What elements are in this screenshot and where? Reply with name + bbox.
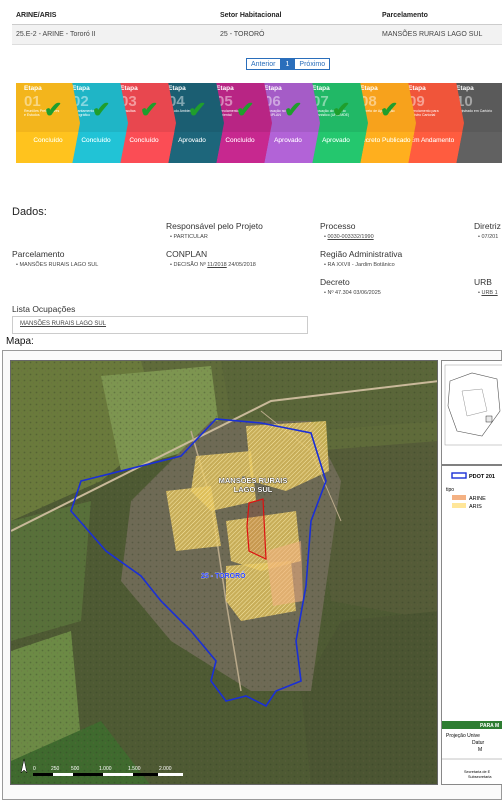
scale-bar (33, 773, 183, 776)
scale-label: 1.000 (99, 766, 112, 772)
legend-proj-2: Datur (472, 740, 485, 746)
table-header: ARINE/ARIS Setor Habitacional Parcelamen… (12, 6, 502, 25)
stage-tag: Etapa (216, 85, 234, 92)
responsavel-value: • PARTICULAR (170, 234, 208, 240)
legend-sec-2: Subsecretaria (468, 775, 492, 779)
arine-highlight (246, 498, 267, 560)
stage-number: 01 (24, 93, 41, 110)
stage-status: Concluído (16, 132, 80, 163)
table-row[interactable]: 25.E-2 - ARINE - Tororó II 25 - TORORÓ M… (12, 25, 502, 45)
stage-tag: Etapa (168, 85, 186, 92)
diretriz-label: Diretriz (474, 221, 501, 231)
stage-tag: Etapa (72, 85, 90, 92)
parcelamento-label: Parcelamento (12, 249, 65, 259)
stage-tag: Etapa (264, 85, 282, 92)
ocupacao-item[interactable]: MANSÕES RURAIS LAGO SUL (20, 321, 106, 327)
processo-value: • 0030-003332/1990 (324, 234, 374, 240)
check-icon: ✔ (332, 97, 351, 122)
check-icon: ✔ (140, 97, 159, 122)
ocupacoes-label: Lista Ocupações (12, 304, 76, 314)
legend-proj-1: Projeção Unive (446, 733, 480, 739)
scale-label: 500 (71, 766, 80, 772)
map-legend: PDOT 201 tipo ARINE ARIS PARA M Projeção… (441, 360, 502, 785)
legend-arine: ARINE (469, 496, 486, 502)
legend-arine-swatch (452, 495, 466, 500)
check-icon: ✔ (188, 97, 207, 122)
map-frame: MANSÕES RURAIS LAGO SUL 25 - TORORÓ 0 25… (2, 350, 502, 800)
column-header-parcelamento: Parcelamento (382, 11, 428, 19)
stage-tag: Etapa (120, 85, 138, 92)
check-icon: ✔ (284, 97, 303, 122)
diretriz-value: • 07/201 (478, 234, 499, 240)
stage-progress: Etapa 01 Reuniões Preliminares e Estudos ✔ C… (16, 83, 502, 165)
stage-tag: Etapa (360, 85, 378, 92)
conplan-value: • DECISÃO Nº 11/2018 24/05/2018 (170, 262, 256, 268)
scale-label: 2.000 (159, 766, 172, 772)
legend-pdot-swatch (451, 472, 467, 479)
processo-link[interactable]: 0030-003332/1990 (327, 234, 373, 240)
parcelamento-table: ARINE/ARIS Setor Habitacional Parcelamen… (12, 6, 502, 45)
decreto-label: Decreto (320, 277, 350, 287)
stage-tag: Etapa (312, 85, 330, 92)
legend-pdot: PDOT 201 (469, 474, 495, 480)
dados-title: Dados: (12, 206, 47, 218)
map-label-sector: 25 - TORORÓ (201, 571, 246, 580)
legend-proj-3: M (478, 747, 482, 753)
scale-label: 1.500 (128, 766, 141, 772)
legend-sec-1: Secretaria de E (464, 770, 491, 774)
conplan-label: CONPLAN (166, 249, 208, 259)
cell-arine-aris: 25.E-2 - ARINE - Tororó II (16, 31, 96, 38)
responsavel-label: Responsável pelo Projeto (166, 221, 263, 231)
parcelamento-value: • MANSÕES RURAIS LAGO SUL (16, 262, 99, 268)
column-header-arine-aris: ARINE/ARIS (16, 11, 57, 19)
cell-parcelamento: MANSÕES RURAIS LAGO SUL (382, 31, 483, 38)
check-icon: ✔ (236, 97, 255, 122)
map-svg: MANSÕES RURAIS LAGO SUL 25 - TORORÓ 0 25… (11, 361, 437, 784)
regiao-value: • RA XXVII - Jardim Botânico (324, 262, 395, 268)
urb-value: • URB 1 (478, 290, 498, 296)
stage-tag: Etapa (408, 85, 426, 92)
stage-01[interactable]: Etapa 01 Reuniões Preliminares e Estudos ✔ C… (16, 83, 80, 163)
mapa-title: Mapa: (6, 336, 34, 347)
pagination: Anterior 1 Próximo (246, 58, 331, 70)
scale-label: 0 (33, 766, 36, 772)
stage-tag: Etapa (456, 85, 474, 92)
legend-aris: ARIS (469, 504, 482, 510)
page: { "table": { "headers": ["ARINE/ARIS", "… (0, 0, 502, 800)
legend-para: PARA M (480, 723, 499, 729)
check-icon: ✔ (92, 97, 111, 122)
processo-label: Processo (320, 221, 356, 231)
previous-page-button[interactable]: Anterior (246, 58, 281, 70)
column-header-setor: Setor Habitacional (220, 11, 282, 19)
next-page-button[interactable]: Próximo (294, 58, 331, 70)
map-label-place-2: LAGO SUL (234, 485, 273, 494)
legend-tipo: tipo (446, 487, 454, 493)
regiao-label: Região Administrativa (320, 249, 403, 259)
satellite-map[interactable]: MANSÕES RURAIS LAGO SUL 25 - TORORÓ 0 25… (10, 360, 438, 785)
current-page-button[interactable]: 1 (280, 58, 295, 70)
stage-tag: Etapa (24, 85, 42, 92)
locator-map (444, 364, 502, 446)
check-icon: ✔ (44, 97, 63, 122)
decreto-value: • Nº 47.304 03/06/2025 (324, 290, 381, 296)
urb-link[interactable]: URB 1 (481, 290, 497, 296)
scale-label: 250 (51, 766, 60, 772)
check-icon: ✔ (380, 97, 399, 122)
cell-setor: 25 - TORORÓ (220, 31, 265, 38)
ocupacoes-list: MANSÕES RURAIS LAGO SUL (12, 316, 308, 334)
map-label-place-1: MANSÕES RURAIS (219, 476, 288, 485)
legend-aris-swatch (452, 503, 466, 508)
urb-label: URB (474, 277, 492, 287)
legend-svg: PDOT 201 tipo ARINE ARIS PARA M Projeção… (442, 364, 502, 779)
conplan-link[interactable]: 11/2018 (207, 262, 226, 268)
